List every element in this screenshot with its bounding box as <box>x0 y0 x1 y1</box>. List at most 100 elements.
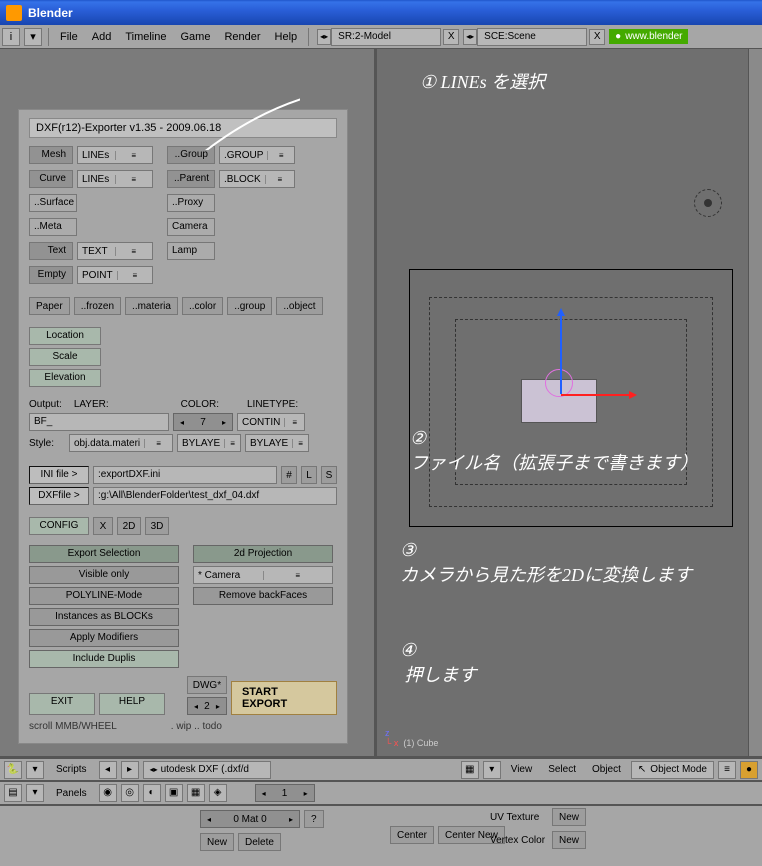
context-script-icon[interactable]: ◎ <box>121 784 139 802</box>
location-btn[interactable]: Location <box>29 327 101 345</box>
layer-prefix-input[interactable]: BF_ <box>29 413 169 431</box>
bylayer1-dropdown[interactable]: BYLAYE≡ <box>177 434 241 452</box>
center-btn[interactable]: Center <box>390 826 434 844</box>
shading-dropdown[interactable]: ≡ <box>718 761 736 779</box>
menu-help[interactable]: Help <box>268 31 305 43</box>
viewport-scrollbar[interactable] <box>748 49 762 756</box>
panels-menu[interactable]: Panels <box>48 788 95 799</box>
apply-modifiers-btn[interactable]: Apply Modifiers <box>29 629 179 647</box>
s-btn[interactable]: S <box>321 466 337 484</box>
menu-render[interactable]: Render <box>217 31 267 43</box>
2d-button[interactable]: 2D <box>117 517 141 535</box>
empty-dropdown[interactable]: POINT≡ <box>77 266 153 284</box>
elevation-btn[interactable]: Elevation <box>29 369 101 387</box>
x-axis-gizmo[interactable] <box>561 394 635 396</box>
view3d-type-icon[interactable]: ▦ <box>461 761 479 779</box>
context-logic-icon[interactable]: ◉ <box>99 784 117 802</box>
collapse-icon[interactable]: ▾ <box>483 761 501 779</box>
exit-button[interactable]: EXIT <box>29 693 95 715</box>
url-link[interactable]: ●www.blender <box>609 29 688 44</box>
dxf-file-input[interactable]: :g:\All\BlenderFolder\test_dxf_04.dxf <box>93 487 337 505</box>
parent-dropdown[interactable]: .BLOCK≡ <box>219 170 295 188</box>
mat-new-btn[interactable]: New <box>200 833 234 851</box>
polyline-mode-btn[interactable]: POLYLINE-Mode <box>29 587 179 605</box>
lamp-object[interactable] <box>694 189 722 217</box>
menu-game[interactable]: Game <box>173 31 217 43</box>
text-dropdown[interactable]: TEXT≡ <box>77 242 153 260</box>
view-menu[interactable]: View <box>505 764 539 775</box>
x-button[interactable]: X <box>93 517 113 535</box>
info-icon[interactable]: i <box>2 28 20 46</box>
next-icon[interactable]: ▸ <box>121 761 139 779</box>
context-editing-icon[interactable]: ▦ <box>187 784 205 802</box>
editor-type-icon[interactable]: 🐍 <box>4 761 22 779</box>
include-duplis-btn[interactable]: Include Duplis <box>29 650 179 668</box>
context-shading-icon[interactable]: ◐ <box>143 784 161 802</box>
camera-btn[interactable]: Camera <box>167 218 215 236</box>
scene-prev[interactable]: ◂▸ <box>463 29 477 45</box>
buttons-type-icon[interactable]: ▤ <box>4 784 22 802</box>
vc-new-btn[interactable]: New <box>552 831 586 849</box>
scale-btn[interactable]: Scale <box>29 348 101 366</box>
menu-file[interactable]: File <box>53 31 85 43</box>
mesh-dropdown[interactable]: LINEs≡ <box>77 146 153 164</box>
mat-delete-btn[interactable]: Delete <box>238 833 281 851</box>
color-btn[interactable]: ..color <box>182 297 223 315</box>
linetype-dropdown[interactable]: CONTIN≡ <box>237 413 305 431</box>
collapse-icon[interactable]: ▾ <box>26 761 44 779</box>
mode-dropdown[interactable]: ↖Object Mode <box>631 761 714 779</box>
object-menu[interactable]: Object <box>586 764 627 775</box>
screen-selector[interactable]: SR:2-Model <box>331 28 441 46</box>
export-selection-btn[interactable]: Export Selection <box>29 545 179 563</box>
scene-close[interactable]: X <box>589 29 605 45</box>
ini-file-input[interactable]: :exportDXF.ini <box>93 466 277 484</box>
ini-file-button[interactable]: INI file > <box>29 466 89 484</box>
config-button[interactable]: CONFIG <box>29 517 89 535</box>
visible-only-btn[interactable]: Visible only <box>29 566 179 584</box>
shading-icon[interactable]: ● <box>740 761 758 779</box>
group-btn[interactable]: ..group <box>227 297 272 315</box>
mat-index[interactable]: 0 Mat 0 <box>213 814 287 825</box>
dwg-num[interactable]: 2 <box>200 701 214 712</box>
surface-btn[interactable]: ..Surface <box>29 194 77 212</box>
style-dropdown[interactable]: obj.data.materi≡ <box>69 434 173 452</box>
bylayer2-dropdown[interactable]: BYLAYE≡ <box>245 434 309 452</box>
help-button[interactable]: HELP <box>99 693 165 715</box>
3d-viewport[interactable]: z └ x (1) Cube <box>377 49 762 756</box>
color-value[interactable]: 7 <box>186 417 220 428</box>
hash-btn[interactable]: # <box>281 466 297 484</box>
paper-btn[interactable]: Paper <box>29 297 70 315</box>
frame-number[interactable]: 1 <box>268 788 302 799</box>
screen-prev[interactable]: ◂▸ <box>317 29 331 45</box>
collapse-icon[interactable]: ▾ <box>26 784 44 802</box>
materia-btn[interactable]: ..materia <box>125 297 178 315</box>
z-axis-gizmo[interactable] <box>560 310 562 394</box>
object-btn[interactable]: ..object <box>276 297 322 315</box>
proxy-btn[interactable]: ..Proxy <box>167 194 215 212</box>
curve-dropdown[interactable]: LINEs≡ <box>77 170 153 188</box>
group-dropdown[interactable]: .GROUP≡ <box>219 146 295 164</box>
remove-backfaces-btn[interactable]: Remove backFaces <box>193 587 333 605</box>
dwg-toggle[interactable]: DWG* <box>187 676 227 694</box>
start-export-button[interactable]: START EXPORT <box>231 681 337 715</box>
context-object-icon[interactable]: ▣ <box>165 784 183 802</box>
meta-btn[interactable]: ..Meta <box>29 218 77 236</box>
collapse-icon[interactable]: ▾ <box>24 28 42 46</box>
menu-add[interactable]: Add <box>85 31 119 43</box>
script-dropdown[interactable]: ◂▸utodesk DXF (.dxf/d <box>143 761 271 779</box>
menu-timeline[interactable]: Timeline <box>118 31 173 43</box>
3d-button[interactable]: 3D <box>145 517 169 535</box>
camera-projection-dropdown[interactable]: * Camera≡ <box>193 566 333 584</box>
context-scene-icon[interactable]: ◈ <box>209 784 227 802</box>
l-btn[interactable]: L <box>301 466 317 484</box>
scene-selector[interactable]: SCE:Scene <box>477 28 587 46</box>
select-menu[interactable]: Select <box>542 764 582 775</box>
lamp-btn[interactable]: Lamp <box>167 242 215 260</box>
frozen-btn[interactable]: ..frozen <box>74 297 121 315</box>
screen-close[interactable]: X <box>443 29 459 45</box>
uv-new-btn[interactable]: New <box>552 808 586 826</box>
dxf-file-button[interactable]: DXFfile > <box>29 487 89 505</box>
2d-projection-btn[interactable]: 2d Projection <box>193 545 333 563</box>
prev-icon[interactable]: ◂ <box>99 761 117 779</box>
instances-blocks-btn[interactable]: Instances as BLOCKs <box>29 608 179 626</box>
